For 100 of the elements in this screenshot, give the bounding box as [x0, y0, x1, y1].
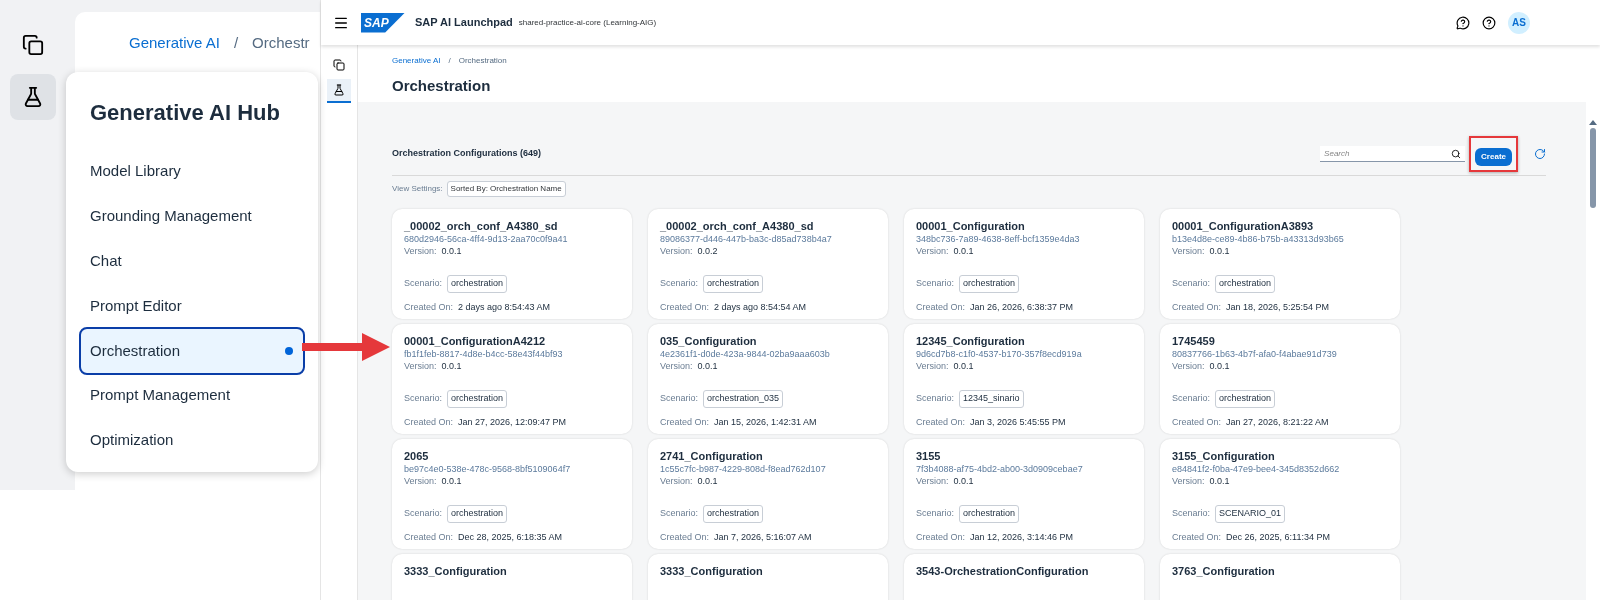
scenario-tag: orchestration	[1215, 390, 1276, 408]
configuration-card[interactable]: 3543-OrchestrationConfiguration	[904, 554, 1144, 600]
menu-item[interactable]: Chat	[79, 239, 305, 284]
created-value: Jan 26, 2026, 6:38:37 PM	[970, 300, 1074, 314]
scenario-tag: orchestration	[703, 505, 764, 523]
configuration-id: 680d2946-56ca-4ff4-9d13-2aa70c0f9a41	[404, 233, 569, 245]
scenario-tag: orchestration	[959, 505, 1020, 523]
field-label: Created On:	[660, 300, 710, 314]
breadcrumb-item: Orchestration	[458, 55, 507, 67]
configuration-card[interactable]: 1745459 80837766-1b63-4b7f-afa0-f4abae91d739 Version: 0.0.1 Scenario: orchestration Created On: Jan 27, 2026, 8:21:22 AM	[1160, 324, 1400, 434]
card-title: 1745459	[1172, 334, 1216, 348]
scenario-tag: 12345_sinario	[959, 390, 1024, 408]
card-title: 3155_Configuration	[1172, 449, 1276, 463]
field-label: Version:	[916, 475, 949, 487]
search-icon	[1451, 149, 1462, 159]
configuration-card[interactable]: 3155 7f3b4088-af75-4bd2-ab00-3d0909cebae7 Version: 0.0.1 Scenario: orchestration Created On: Jan 12, 2026, 3:14:46 PM	[904, 439, 1144, 549]
field-label: Scenario:	[916, 507, 955, 520]
view-settings-label: View Settings:	[392, 183, 443, 195]
field-label: Version:	[916, 245, 949, 257]
field-label: Scenario:	[1172, 277, 1211, 290]
configuration-id: 9d6cd7b8-c1f0-4537-b170-357f8ecd919a	[916, 348, 1083, 360]
configuration-card[interactable]: 3763_Configuration	[1160, 554, 1400, 600]
field-label: Version:	[660, 475, 693, 487]
configuration-card[interactable]: 2741_Configuration 1c55c7fc-b987-4229-808d-f8ead762d107 Version: 0.0.1 Scenario: orchestration Created On: Jan 7, 2026, 5:16:07 AM	[648, 439, 888, 549]
create-button[interactable]: Create	[1475, 148, 1512, 166]
configuration-card[interactable]: 3333_Configuration	[648, 554, 888, 600]
menu-item[interactable]: Prompt Management	[79, 373, 305, 418]
created-value: Jan 15, 2026, 1:42:31 AM	[714, 415, 817, 429]
configuration-id: fb1f1feb-8817-4d8e-b4cc-58e43f44bf93	[404, 348, 564, 360]
field-label: Created On:	[660, 415, 710, 429]
configuration-card[interactable]: 00001_Configuration 348bc736-7a89-4638-8eff-bcf1359e4da3 Version: 0.0.1 Scenario: orchestration Created On: Jan 26, 2026, 6:38:37 PM	[904, 209, 1144, 319]
configuration-id: b13e4d8e-ce89-4b86-b75b-a43313d93b65	[1172, 233, 1345, 245]
field-label: Scenario:	[660, 392, 699, 405]
menu-item[interactable]: Optimization	[79, 418, 305, 463]
feedback-icon[interactable]	[1456, 15, 1470, 30]
breadcrumb-link[interactable]: Generative AI	[129, 32, 220, 55]
sort-token[interactable]: Sorted By: Orchestration Name	[446, 181, 566, 197]
menu-item[interactable]: Model Library	[79, 149, 305, 194]
field-label: Created On:	[404, 415, 454, 429]
configuration-id: 80837766-1b63-4b7f-afa0-f4abae91d739	[1172, 348, 1338, 360]
field-label: Scenario:	[916, 277, 955, 290]
breadcrumb-separator: /	[233, 33, 239, 53]
field-label: Scenario:	[404, 277, 443, 290]
flask-icon[interactable]	[9, 74, 56, 120]
field-label: Created On:	[1172, 530, 1222, 544]
version-value: 0.0.1	[1209, 245, 1230, 257]
card-title: 2065	[404, 449, 430, 463]
menu-item[interactable]: Orchestration	[79, 327, 305, 375]
version-value: 0.0.1	[697, 360, 718, 372]
card-title: 3763_Configuration	[1172, 564, 1276, 578]
field-label: Version:	[660, 360, 693, 372]
configuration-card[interactable]: _00002_orch_conf_A4380_sd 89086377-d446-447b-ba3c-d85ad738b4a7 Version: 0.0.2 Scenario: orchestration Created On: 2 days ago 8:54:54 AM	[648, 209, 888, 319]
card-title: 00001_Configuration	[916, 219, 1026, 233]
card-title: 00001_ConfigurationA3893	[1172, 219, 1315, 233]
search-field[interactable]: Search	[1320, 146, 1466, 162]
flask-icon[interactable]	[327, 79, 351, 103]
card-title: 12345_Configuration	[916, 334, 1026, 348]
field-label: Created On:	[916, 530, 966, 544]
field-label: Version:	[1172, 245, 1205, 257]
configuration-id: 7f3b4088-af75-4bd2-ab00-3d0909cebae7	[916, 463, 1084, 475]
configuration-card[interactable]: 3155_Configuration e84841f2-f0ba-47e9-bee4-345d8352d662 Version: 0.0.1 Scenario: SCENARIO_01 Created On: Dec 26, 2025, 6:11:34 PM	[1160, 439, 1400, 549]
configuration-card[interactable]: 3333_Configuration	[392, 554, 632, 600]
menu-item[interactable]: Grounding Management	[79, 194, 305, 239]
version-value: 0.0.1	[1209, 475, 1230, 487]
configuration-card[interactable]: 12345_Configuration 9d6cd7b8-c1f0-4537-b170-357f8ecd919a Version: 0.0.1 Scenario: 12345_sinario Created On: Jan 3, 2026 5:45:55 PM	[904, 324, 1144, 434]
scenario-tag: orchestration	[959, 275, 1020, 293]
menu-item[interactable]: Prompt Editor	[79, 284, 305, 329]
configuration-card[interactable]: 2065 be97c4e0-538e-478c-9568-8bf5109064f7 Version: 0.0.1 Scenario: orchestration Created On: Dec 28, 2025, 6:18:35 AM	[392, 439, 632, 549]
breadcrumb-item: Orchestr	[252, 33, 310, 53]
created-value: Dec 26, 2025, 6:11:34 PM	[1226, 530, 1330, 544]
section-title: Orchestration Configurations (649)	[392, 147, 542, 161]
configuration-card[interactable]: 00001_ConfigurationA3893 b13e4d8e-ce89-4b86-b75b-a43313d93b65 Version: 0.0.1 Scenario: orchestration Created On: Jan 18, 2026, 5:25:54 PM	[1160, 209, 1400, 319]
configuration-card[interactable]: 035_Configuration 4e2361f1-d0de-423a-9844-02ba9aaa603b Version: 0.0.1 Scenario: orchestration_035 Created On: Jan 15, 2026, 1:42:31 AM	[648, 324, 888, 434]
scenario-tag: orchestration	[1215, 275, 1276, 293]
help-icon[interactable]	[1482, 15, 1496, 30]
field-label: Scenario:	[1172, 392, 1211, 405]
field-label: Created On:	[404, 530, 454, 544]
scenario-tag: orchestration	[447, 505, 508, 523]
card-title: _00002_orch_conf_A4380_sd	[404, 219, 559, 233]
breadcrumb-link[interactable]: Generative AI	[392, 55, 441, 67]
created-value: Dec 28, 2025, 6:18:35 AM	[458, 530, 563, 544]
refresh-icon[interactable]	[1534, 148, 1546, 160]
configuration-card[interactable]: _00002_orch_conf_A4380_sd 680d2946-56ca-4ff4-9d13-2aa70c0f9a41 Version: 0.0.1 Scenario: orchestration Created On: 2 days ago 8:54:43 AM	[392, 209, 632, 319]
card-title: 2741_Configuration	[660, 449, 764, 463]
field-label: Version:	[916, 360, 949, 372]
field-label: Version:	[404, 475, 437, 487]
scenario-tag: orchestration	[703, 275, 764, 293]
field-label: Scenario:	[404, 507, 443, 520]
scenario-tag: SCENARIO_01	[1215, 505, 1286, 523]
created-value: 2 days ago 8:54:54 AM	[714, 300, 807, 314]
configuration-id: 348bc736-7a89-4638-8eff-bcf1359e4da3	[916, 233, 1081, 245]
user-avatar[interactable]: AS	[1508, 11, 1530, 34]
version-value: 0.0.1	[953, 475, 974, 487]
card-title: 00001_ConfigurationA4212	[404, 334, 547, 348]
copy-icon[interactable]	[333, 59, 345, 71]
field-label: Scenario:	[916, 392, 955, 405]
version-value: 0.0.1	[441, 245, 462, 257]
scenario-tag: orchestration	[447, 390, 508, 408]
configuration-card[interactable]: 00001_ConfigurationA4212 fb1f1feb-8817-4d8e-b4cc-58e43f44bf93 Version: 0.0.1 Scenario: orchestration Created On: Jan 27, 2026, 12:09:47 PM	[392, 324, 632, 434]
card-title: 3543-OrchestrationConfiguration	[916, 564, 1090, 578]
